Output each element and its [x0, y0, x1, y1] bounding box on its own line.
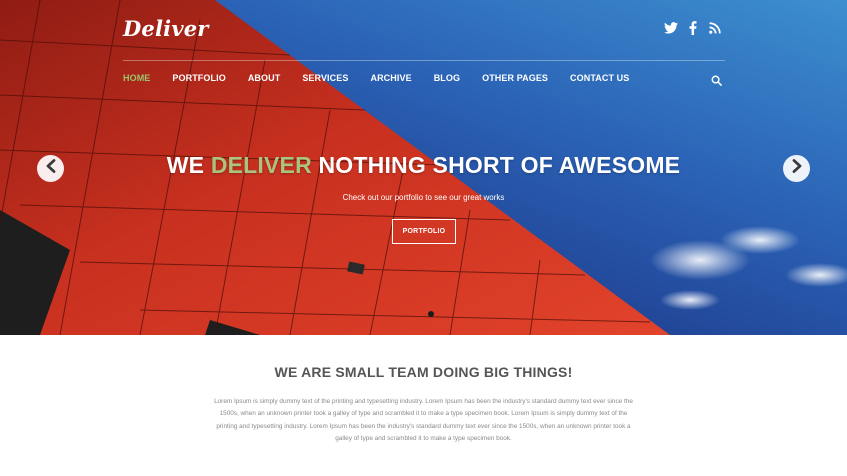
search-icon[interactable] — [711, 73, 722, 86]
nav-item-blog[interactable]: BLOG — [434, 73, 460, 83]
headline-post: NOTHING SHORT OF AWESOME — [311, 152, 681, 178]
nav-item-portfolio[interactable]: PORTFOLIO — [172, 73, 225, 83]
hero-subline: Check out our portfolio to see our great… — [342, 193, 505, 202]
nav-item-about[interactable]: ABOUT — [248, 73, 281, 83]
nav-item-services[interactable]: SERVICES — [302, 73, 348, 83]
site-logo[interactable]: Deliver — [123, 16, 209, 41]
nav-divider — [123, 60, 725, 61]
nav-item-archive[interactable]: ARCHIVE — [370, 73, 411, 83]
nav-item-home[interactable]: HOME — [123, 73, 150, 83]
slider-pagination-dot[interactable] — [428, 311, 434, 317]
headline-pre: WE — [166, 152, 211, 178]
hero-headline: WE DELIVER NOTHING SHORT OF AWESOME — [0, 152, 847, 179]
main-nav: HOME PORTFOLIO ABOUT SERVICES ARCHIVE BL… — [123, 73, 651, 83]
portfolio-button[interactable]: PORTFOLIO — [392, 219, 456, 244]
nav-item-contact-us[interactable]: CONTACT US — [570, 73, 629, 83]
hero-slider: Deliver HOME PORTFOLIO ABOUT SERVICES AR… — [0, 0, 847, 335]
nav-item-other-pages[interactable]: OTHER PAGES — [482, 73, 548, 83]
twitter-icon[interactable] — [663, 20, 678, 35]
rss-icon[interactable] — [707, 20, 722, 35]
headline-accent: DELIVER — [210, 152, 312, 178]
social-links — [663, 20, 722, 35]
facebook-icon[interactable] — [685, 20, 700, 35]
section-body: Lorem Ipsum is simply dummy text of the … — [214, 398, 633, 443]
section-title: WE ARE SMALL TEAM DOING BIG THINGS! — [274, 364, 573, 380]
